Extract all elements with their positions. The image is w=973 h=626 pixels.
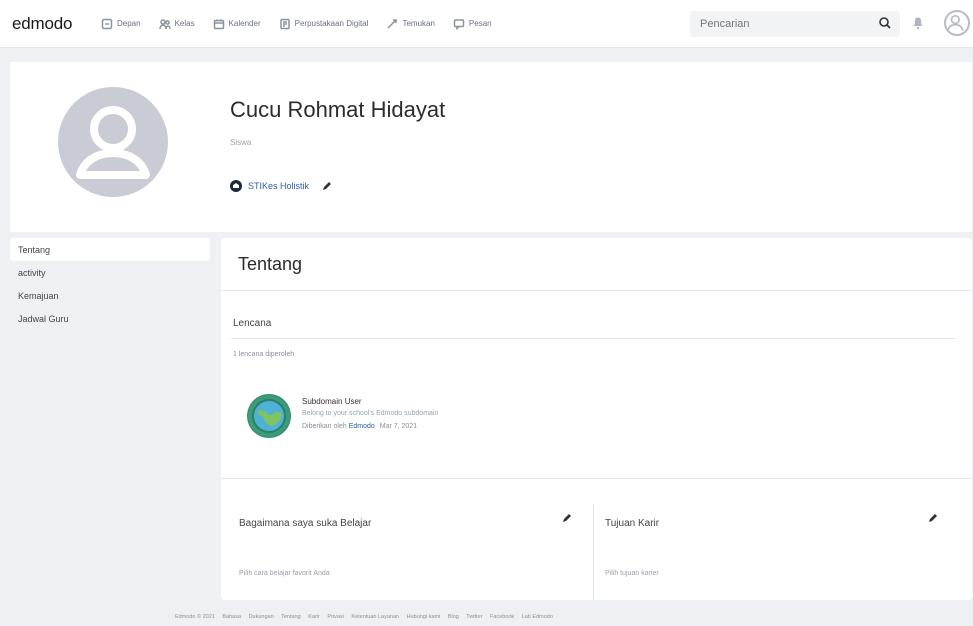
footer-link-blog[interactable]: Blog [448, 614, 459, 620]
about-card: Tentang Lencana 1 lencana diperoleh Subd… [221, 238, 972, 600]
badge-given-org-link[interactable]: Edmodo [349, 423, 375, 430]
divider [231, 338, 956, 339]
home-icon [101, 18, 113, 29]
nav-item-home[interactable]: Depan [92, 0, 150, 48]
badges-title: Lencana [233, 318, 272, 329]
footer-copyright: Edmodo © 2021 [175, 614, 215, 620]
footer-link-careers[interactable]: Karir [308, 614, 320, 620]
main-nav: Depan Kelas Kalender Perpustakaan Digita… [92, 0, 501, 48]
divider [221, 478, 972, 479]
edit-career-icon[interactable] [927, 512, 939, 524]
badge-given-by: Diberikan oleh Edmodo Mar 7, 2021 [302, 423, 417, 430]
badge-given-prefix: Diberikan oleh [302, 423, 347, 430]
badge-title: Subdomain User [302, 397, 362, 406]
sidebar-item-activity[interactable]: activity [10, 261, 210, 284]
about-title: Tentang [238, 254, 303, 274]
learning-style-placeholder[interactable]: Pilih cara belajar favorit Anda [239, 570, 330, 577]
messages-icon [453, 18, 465, 30]
profile-header: Cucu Rohmat Hidayat Siswa STIKes Holisti… [10, 62, 972, 232]
profile-sidebar: Tentang activity Kemajuan Jadwal Guru [10, 238, 210, 330]
notification-bell-icon[interactable] [912, 16, 924, 30]
sidebar-item-progress[interactable]: Kemajuan [10, 284, 210, 307]
footer-link-about[interactable]: Tentang [281, 614, 301, 620]
badge-date: Mar 7, 2021 [379, 423, 418, 430]
footer-link-support[interactable]: Dukungan [249, 614, 274, 620]
library-icon [279, 18, 290, 29]
footer-link-edmodo-lab[interactable]: Lab Edmodo [522, 614, 553, 620]
footer-link-language[interactable]: Bahasa [222, 614, 241, 620]
profile-role: Siswa [230, 138, 252, 147]
career-goal-placeholder[interactable]: Pilih tujuan karier [605, 570, 659, 577]
footer: Edmodo © 2021 Bahasa Dukungan Tentang Ka… [175, 614, 559, 620]
footer-link-terms[interactable]: Ketentuan Layanan [351, 614, 399, 620]
school-name[interactable]: STIKes Holistik [248, 181, 309, 191]
edmodo-logo[interactable]: edmodo [12, 14, 92, 34]
discover-icon [387, 18, 398, 29]
nav-item-classes-label: Kelas [174, 19, 195, 28]
nav-item-classes[interactable]: Kelas [150, 0, 204, 48]
user-avatar-icon [946, 14, 964, 31]
subdomain-user-badge-icon[interactable] [247, 394, 291, 438]
nav-item-library-label: Perpustakaan Digital [294, 19, 369, 28]
user-avatar-menu[interactable] [944, 10, 970, 36]
nav-item-messages-label: Pesan [468, 19, 492, 28]
school-icon [230, 180, 242, 192]
calendar-icon [213, 19, 224, 29]
nav-item-discover-label: Temukan [402, 19, 435, 28]
nav-item-calendar-label: Kalender [228, 19, 261, 28]
nav-item-discover[interactable]: Temukan [377, 0, 443, 48]
sidebar-item-teacher-schedule[interactable]: Jadwal Guru [10, 307, 210, 330]
nav-item-messages[interactable]: Pesan [444, 0, 501, 48]
footer-link-facebook[interactable]: Facebook [490, 614, 514, 620]
classes-icon [158, 18, 171, 29]
footer-link-privacy[interactable]: Privasi [327, 614, 344, 620]
nav-item-calendar[interactable]: Kalender [204, 0, 270, 48]
default-avatar-icon [76, 106, 150, 179]
sidebar-item-about[interactable]: Tentang [10, 238, 210, 261]
badge-description: Belong to your school's Edmodo subdomain [302, 410, 439, 417]
footer-link-twitter[interactable]: Twitter [466, 614, 482, 620]
divider [221, 290, 972, 291]
badges-count: 1 lencana diperoleh [233, 351, 295, 358]
search-box [690, 11, 900, 37]
badge-globe-icon [248, 395, 290, 437]
nav-item-home-label: Depan [117, 19, 141, 28]
profile-name: Cucu Rohmat Hidayat [230, 97, 446, 122]
search-input[interactable] [690, 18, 870, 30]
top-navigation-bar: edmodo Depan Kelas Kalender Perpustakaan… [0, 0, 973, 48]
footer-link-contact[interactable]: Hubungi kami [407, 614, 441, 620]
edit-learning-icon[interactable] [561, 512, 573, 524]
search-icon[interactable] [878, 16, 892, 30]
edit-school-icon[interactable] [321, 180, 333, 192]
profile-avatar[interactable] [58, 87, 168, 197]
career-goal-title: Tujuan Karir [605, 518, 660, 529]
vertical-divider [593, 504, 594, 600]
school-link[interactable]: STIKes Holistik [230, 180, 333, 192]
nav-item-library[interactable]: Perpustakaan Digital [270, 0, 378, 48]
learning-style-title: Bagaimana saya suka Belajar [239, 518, 372, 529]
